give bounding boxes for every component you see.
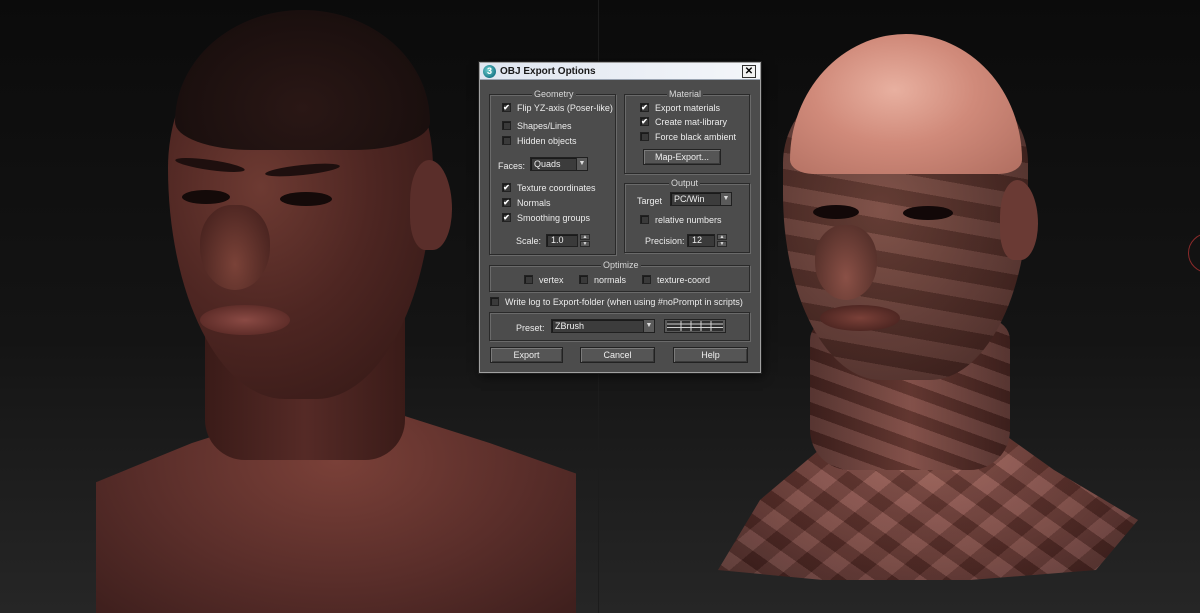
bust-hair bbox=[175, 10, 430, 150]
faces-select-value: Quads bbox=[534, 159, 561, 169]
texture-coords-label: Texture coordinates bbox=[517, 182, 596, 193]
create-mat-library-checkbox-row[interactable]: Create mat-library bbox=[640, 115, 727, 128]
target-select[interactable]: PC/Win ▼ bbox=[670, 192, 732, 206]
chevron-down-icon[interactable]: ▼ bbox=[720, 193, 731, 205]
bust-eye bbox=[813, 205, 859, 219]
bust-eye bbox=[182, 190, 230, 204]
spin-down-icon[interactable]: ▼ bbox=[717, 241, 727, 247]
bust-ear bbox=[410, 160, 452, 250]
smoothing-groups-checkbox-row[interactable]: Smoothing groups bbox=[502, 211, 590, 224]
export-materials-checkbox-row[interactable]: Export materials bbox=[640, 101, 720, 114]
close-icon: ✕ bbox=[744, 66, 754, 77]
bust-mouth bbox=[820, 305, 900, 331]
texture-coords-checkbox[interactable] bbox=[502, 183, 511, 192]
bust-nose bbox=[815, 225, 877, 300]
faces-label: Faces: bbox=[498, 160, 526, 171]
relative-numbers-label: relative numbers bbox=[655, 214, 722, 225]
force-black-ambient-label: Force black ambient bbox=[655, 131, 737, 142]
flip-yz-checkbox-row[interactable]: Flip YZ-axis (Poser-like) bbox=[502, 101, 613, 114]
faces-select[interactable]: Quads ▼ bbox=[530, 157, 588, 171]
hidden-objects-label: Hidden objects bbox=[517, 135, 577, 146]
chevron-down-icon[interactable]: ▼ bbox=[643, 320, 654, 332]
optimize-vertex-checkbox-row[interactable]: vertex bbox=[524, 273, 564, 286]
relative-numbers-checkbox-row[interactable]: relative numbers bbox=[640, 213, 722, 226]
scale-label-row: Scale: bbox=[516, 234, 541, 247]
precision-spinner-arrows[interactable]: ▲ ▼ bbox=[717, 234, 727, 247]
optimize-legend: Optimize bbox=[601, 259, 641, 271]
optimize-normals-label: normals bbox=[594, 274, 627, 285]
export-materials-label: Export materials bbox=[655, 102, 721, 113]
optimize-vertex-label: vertex bbox=[539, 274, 564, 285]
preset-manager-button[interactable] bbox=[664, 319, 726, 333]
export-button[interactable]: Export bbox=[490, 347, 563, 363]
bust-scalp-untextured bbox=[790, 34, 1022, 174]
preset-label: Preset: bbox=[516, 322, 545, 333]
scale-spinner-arrows[interactable]: ▲ ▼ bbox=[580, 234, 590, 247]
preset-select[interactable]: ZBrush ▼ bbox=[551, 319, 655, 333]
shapes-lines-checkbox-row[interactable]: Shapes/Lines bbox=[502, 119, 572, 132]
bust-eye bbox=[280, 192, 332, 206]
output-legend: Output bbox=[669, 177, 701, 189]
smoothing-groups-label: Smoothing groups bbox=[517, 212, 591, 223]
normals-checkbox[interactable] bbox=[502, 198, 511, 207]
flip-yz-label: Flip YZ-axis (Poser-like) bbox=[517, 102, 613, 113]
preset-select-value: ZBrush bbox=[555, 321, 585, 331]
bust-nose bbox=[200, 205, 270, 290]
optimize-normals-checkbox[interactable] bbox=[579, 275, 588, 284]
hidden-objects-checkbox[interactable] bbox=[502, 136, 511, 145]
relative-numbers-checkbox[interactable] bbox=[640, 215, 649, 224]
write-log-checkbox-row[interactable]: Write log to Export-folder (when using #… bbox=[490, 295, 743, 308]
dialog-titlebar[interactable]: 3 OBJ Export Options ✕ bbox=[480, 63, 760, 80]
optimize-vertex-checkbox[interactable] bbox=[524, 275, 533, 284]
dialog-title: OBJ Export Options bbox=[500, 66, 596, 77]
spin-up-icon[interactable]: ▲ bbox=[717, 234, 727, 240]
optimize-texture-coord-checkbox[interactable] bbox=[642, 275, 651, 284]
precision-label-row: Precision: bbox=[645, 234, 685, 247]
chevron-down-icon[interactable]: ▼ bbox=[576, 158, 587, 170]
bust-eye bbox=[903, 206, 953, 220]
force-black-ambient-checkbox-row[interactable]: Force black ambient bbox=[640, 130, 736, 143]
target-label: Target bbox=[637, 195, 663, 206]
create-mat-library-checkbox[interactable] bbox=[640, 117, 649, 126]
flip-yz-checkbox[interactable] bbox=[502, 103, 511, 112]
optimize-texture-coord-checkbox-row[interactable]: texture-coord bbox=[642, 273, 710, 286]
target-select-value: PC/Win bbox=[674, 194, 705, 204]
close-button[interactable]: ✕ bbox=[742, 65, 756, 78]
normals-checkbox-row[interactable]: Normals bbox=[502, 196, 551, 209]
map-export-button[interactable]: Map-Export... bbox=[643, 149, 721, 165]
export-materials-checkbox[interactable] bbox=[640, 103, 649, 112]
app-logo-icon: 3 bbox=[483, 65, 496, 78]
precision-spinner-input[interactable]: 12 bbox=[687, 234, 715, 247]
scale-label: Scale: bbox=[516, 235, 542, 246]
spin-down-icon[interactable]: ▼ bbox=[580, 241, 590, 247]
bust-mouth bbox=[200, 305, 290, 335]
precision-label: Precision: bbox=[645, 235, 685, 246]
cancel-button[interactable]: Cancel bbox=[580, 347, 655, 363]
shapes-lines-checkbox[interactable] bbox=[502, 121, 511, 130]
create-mat-library-label: Create mat-library bbox=[655, 116, 728, 127]
preset-grid-icon bbox=[667, 321, 723, 331]
help-button[interactable]: Help bbox=[673, 347, 748, 363]
precision-value: 12 bbox=[692, 235, 703, 245]
material-legend: Material bbox=[667, 88, 704, 100]
geometry-legend: Geometry bbox=[532, 88, 576, 100]
normals-label: Normals bbox=[517, 197, 551, 208]
write-log-checkbox[interactable] bbox=[490, 297, 499, 306]
shapes-lines-label: Shapes/Lines bbox=[517, 120, 572, 131]
force-black-ambient-checkbox[interactable] bbox=[640, 132, 649, 141]
preset-label-row: Preset: bbox=[516, 321, 545, 334]
spin-up-icon[interactable]: ▲ bbox=[580, 234, 590, 240]
optimize-texture-coord-label: texture-coord bbox=[657, 274, 711, 285]
obj-export-dialog: 3 OBJ Export Options ✕ Geometry Flip YZ-… bbox=[479, 62, 761, 373]
bust-ear bbox=[1000, 180, 1038, 260]
smoothing-groups-checkbox[interactable] bbox=[502, 213, 511, 222]
optimize-normals-checkbox-row[interactable]: normals bbox=[579, 273, 626, 286]
faces-label-row: Faces: bbox=[498, 159, 525, 172]
hidden-objects-checkbox-row[interactable]: Hidden objects bbox=[502, 134, 577, 147]
write-log-label: Write log to Export-folder (when using #… bbox=[505, 296, 743, 307]
scale-value: 1.0 bbox=[551, 235, 564, 245]
texture-coords-checkbox-row[interactable]: Texture coordinates bbox=[502, 181, 596, 194]
target-label-row: Target bbox=[637, 194, 662, 207]
scale-spinner-input[interactable]: 1.0 bbox=[546, 234, 578, 247]
